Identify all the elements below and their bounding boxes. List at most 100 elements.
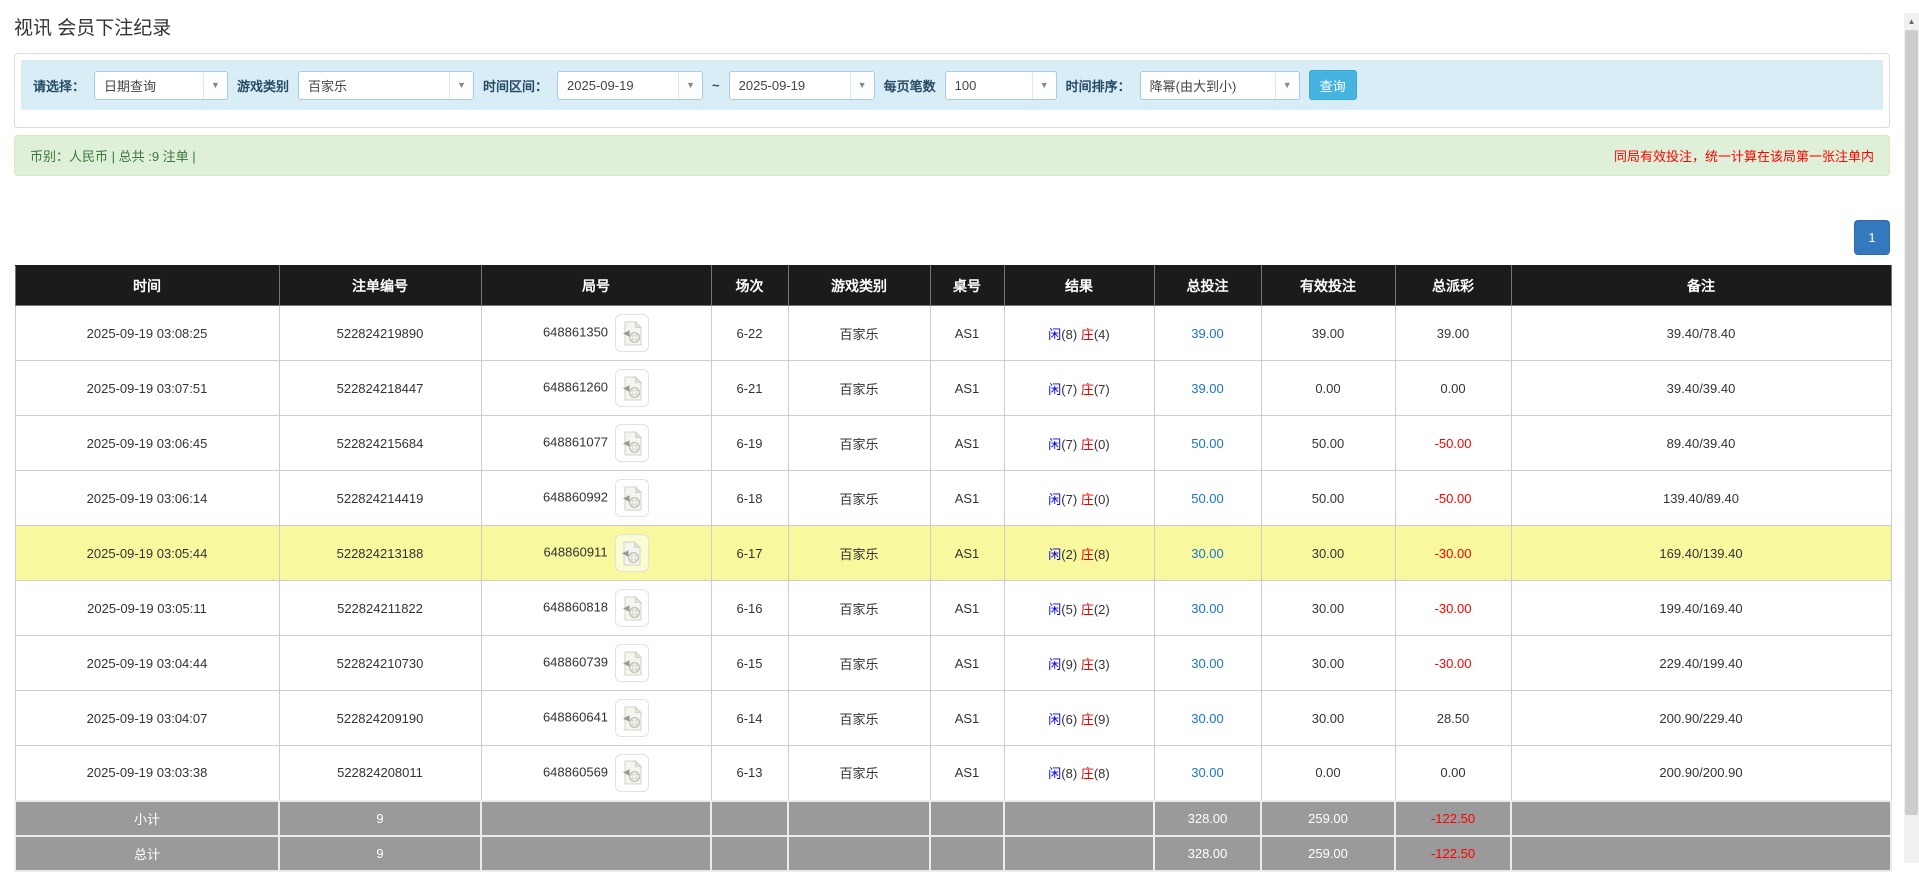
video-replay-button[interactable] [615, 479, 650, 517]
chevron-down-icon[interactable]: ▼ [849, 71, 874, 99]
cell-session: 6-14 [710, 690, 789, 746]
footer-valid-bet: 259.00 [1260, 834, 1396, 872]
player-result: 闲 [1048, 491, 1062, 507]
banker-score: (8) [1093, 766, 1110, 782]
chevron-down-icon[interactable]: ▼ [449, 71, 474, 99]
video-replay-button[interactable] [615, 314, 650, 352]
bets-table: 时间 注单编号 局号 场次 游戏类别 桌号 结果 总投注 有效投注 总派彩 备注 2025-09-1… [14, 265, 1892, 872]
total-bet-link[interactable]: 30.00 [1191, 656, 1224, 671]
chevron-down-icon[interactable]: ▼ [1274, 71, 1299, 99]
page-button-1[interactable]: 1 [1854, 220, 1890, 255]
query-type-select[interactable]: 日期查询 ▼ [94, 70, 229, 100]
cell-valid-bet: 30.00 [1260, 580, 1396, 636]
window-scrollbar[interactable]: ▲ [1904, 13, 1919, 863]
player-result: 闲 [1048, 601, 1062, 617]
date-to-select[interactable]: 2025-09-19 ▼ [728, 70, 875, 100]
footer-total-bet: 328.00 [1153, 799, 1262, 837]
banker-score: (9) [1093, 711, 1110, 727]
video-replay-button[interactable] [615, 589, 650, 627]
cell-payout: -50.00 [1394, 415, 1512, 471]
chevron-down-icon[interactable]: ▼ [203, 71, 228, 99]
footer-count: 9 [278, 799, 482, 837]
cell-game-type: 百家乐 [787, 525, 931, 581]
cell-session: 6-17 [710, 525, 789, 581]
search-button[interactable]: 查询 [1308, 70, 1357, 100]
cell-session: 6-16 [710, 580, 789, 636]
cell-payout: -30.00 [1394, 525, 1512, 581]
banker-result: 庄 [1080, 436, 1094, 452]
sort-order-value[interactable]: 降幂(由大到小) [1141, 72, 1275, 99]
cell-round-id: 648861077 [480, 415, 712, 471]
range-separator: ~ [712, 77, 720, 93]
table-row[interactable]: 2025-09-19 03:04:44 522824210730 6488607… [14, 635, 1892, 691]
cell-result: 闲(5) 庄(2) [1003, 580, 1155, 636]
chevron-down-icon[interactable]: ▼ [1031, 71, 1056, 99]
total-bet-link[interactable]: 50.00 [1191, 436, 1224, 451]
page-size-select[interactable]: 100 ▼ [944, 70, 1057, 100]
scrollbar-thumb[interactable] [1905, 30, 1918, 815]
video-replay-button[interactable] [615, 644, 650, 682]
table-row[interactable]: 2025-09-19 03:06:14 522824214419 6488609… [14, 470, 1892, 526]
game-type-value[interactable]: 百家乐 [299, 72, 449, 99]
page-size-value[interactable]: 100 [946, 72, 1032, 99]
round-id: 648860569 [542, 764, 609, 780]
cell-time: 2025-09-19 03:03:38 [14, 745, 280, 801]
date-to-value[interactable]: 2025-09-19 [730, 72, 850, 99]
table-row[interactable]: 2025-09-19 03:03:38 522824208011 6488605… [14, 745, 1892, 801]
cell-result: 闲(8) 庄(4) [1003, 305, 1155, 361]
banker-result: 庄 [1080, 326, 1094, 342]
player-result: 闲 [1048, 711, 1062, 727]
banker-result: 庄 [1080, 656, 1094, 672]
film-document-icon [622, 705, 642, 730]
cell-table-no: AS1 [929, 525, 1005, 581]
total-bet-link[interactable]: 30.00 [1191, 711, 1224, 726]
player-score: (2) [1061, 546, 1078, 562]
cell-round-id: 648860818 [480, 580, 712, 636]
film-document-icon [622, 485, 642, 510]
cell-valid-bet: 0.00 [1260, 745, 1396, 801]
total-bet-link[interactable]: 30.00 [1191, 601, 1224, 616]
game-type-select[interactable]: 百家乐 ▼ [298, 70, 475, 100]
cell-total-bet: 30.00 [1153, 745, 1262, 801]
cell-bet-id: 522824210730 [278, 635, 482, 691]
chevron-down-icon[interactable]: ▼ [678, 71, 703, 99]
date-from-value[interactable]: 2025-09-19 [558, 72, 678, 99]
cell-valid-bet: 30.00 [1260, 635, 1396, 691]
cell-remark: 39.40/39.40 [1510, 360, 1892, 416]
table-row[interactable]: 2025-09-19 03:05:44 522824213188 6488609… [14, 525, 1892, 581]
sort-order-select[interactable]: 降幂(由大到小) ▼ [1139, 70, 1300, 100]
cell-session: 6-18 [710, 470, 789, 526]
total-bet-link[interactable]: 39.00 [1191, 381, 1224, 396]
cell-result: 闲(7) 庄(0) [1003, 415, 1155, 471]
video-replay-button[interactable] [614, 534, 649, 572]
valid-bet-notice: 同局有效投注，统一计算在该局第一张注单内 [1613, 149, 1874, 164]
table-row[interactable]: 2025-09-19 03:07:51 522824218447 6488612… [14, 360, 1892, 416]
video-replay-button[interactable] [615, 369, 650, 407]
date-from-select[interactable]: 2025-09-19 ▼ [557, 70, 704, 100]
table-row[interactable]: 2025-09-19 03:08:25 522824219890 6488613… [14, 305, 1892, 361]
total-bet-link[interactable]: 30.00 [1191, 546, 1224, 561]
cell-game-type: 百家乐 [787, 690, 931, 746]
player-score: (8) [1061, 326, 1078, 342]
banker-score: (0) [1093, 491, 1110, 507]
video-replay-button[interactable] [615, 424, 650, 462]
cell-table-no: AS1 [929, 415, 1005, 471]
query-type-value[interactable]: 日期查询 [95, 72, 203, 99]
player-result: 闲 [1048, 766, 1062, 782]
table-row[interactable]: 2025-09-19 03:05:11 522824211822 6488608… [14, 580, 1892, 636]
footer-label: 总计 [14, 834, 280, 872]
total-bet-link[interactable]: 30.00 [1191, 765, 1224, 780]
scroll-up-arrow-icon[interactable]: ▲ [1904, 13, 1919, 29]
table-row[interactable]: 2025-09-19 03:06:45 522824215684 6488610… [14, 415, 1892, 471]
page-size-label: 每页笔数 [883, 78, 936, 94]
player-score: (7) [1061, 381, 1078, 397]
video-replay-button[interactable] [615, 753, 650, 792]
round-id: 648860818 [542, 599, 609, 615]
total-bet-link[interactable]: 50.00 [1191, 491, 1224, 506]
footer-count: 9 [278, 834, 482, 872]
cell-remark: 229.40/199.40 [1510, 635, 1892, 691]
cell-remark: 200.90/229.40 [1510, 690, 1892, 746]
table-row[interactable]: 2025-09-19 03:04:07 522824209190 6488606… [14, 690, 1892, 746]
video-replay-button[interactable] [615, 699, 650, 737]
total-bet-link[interactable]: 39.00 [1191, 326, 1224, 341]
